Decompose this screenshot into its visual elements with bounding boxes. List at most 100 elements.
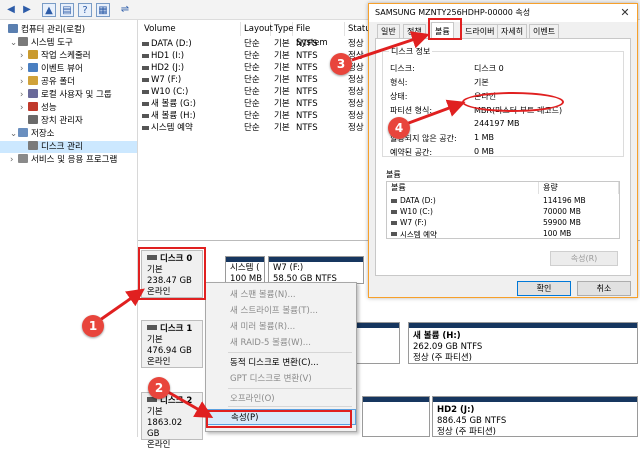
partition-system-reserved[interactable]: 시스템 ( 100 MB [225,256,265,284]
info-value: 기본 [474,78,489,87]
volume-row[interactable]: 시스템 예약 단순 기본 NTFS 정상 [141,122,371,134]
tree-item[interactable]: › 이벤트 뷰어 [20,63,83,75]
tab-policy[interactable]: 정책 [403,24,426,38]
folder-up-icon[interactable]: ▲ [42,3,56,17]
volume-icon [142,114,149,118]
expand-icon[interactable]: › [20,76,28,88]
expand-icon[interactable]: › [20,50,28,62]
volume-row[interactable]: 새 볼륨 (H:) 단순 기본 NTFS 정상 [141,110,371,122]
step-badge-2: 2 [148,377,170,399]
tree-item[interactable]: 장치 관리자 [20,115,83,127]
tab-driver[interactable]: 드라이버 [461,24,499,38]
tab-details[interactable]: 자세히 [497,24,528,38]
help-icon[interactable]: ? [78,3,92,17]
tree-item[interactable]: › 성능 [20,102,57,114]
volume-row[interactable]: W7 (F:) 단순 기본 NTFS 정상 [141,74,371,86]
column-layout[interactable]: Layout [241,22,273,36]
tree-item[interactable]: › 작업 스케줄러 [20,50,91,62]
volume-icon [142,54,149,58]
volume-cell: 정상 [348,75,364,85]
tree-item-label: 이벤트 뷰어 [41,64,83,74]
disk-1-label[interactable]: 디스크 1 기본 476.94 GB 온라인 [141,320,203,368]
tree-item[interactable]: › 공유 폴더 [20,76,75,88]
tree-node-icon [18,37,28,46]
volume-icon [142,42,149,46]
tab-general[interactable]: 일반 [377,24,400,38]
partition-hd2[interactable]: HD2 (J:) 886.45 GB NTFS 정상 (주 파티션) [432,396,638,437]
volume-row[interactable]: DATA (D:) 단순 기본 NTFS 정상 [141,38,371,50]
tree-node-icon [18,128,28,137]
expand-icon[interactable]: ⌄ [10,37,18,49]
context-menu-item[interactable]: 동적 디스크로 변환(C)... [206,355,356,371]
context-menu-item[interactable]: 새 스트라이프 볼륨(T)... [206,303,356,319]
tree-item[interactable]: ⌄ 시스템 도구 [10,37,73,49]
close-icon[interactable]: ✕ [613,4,637,22]
partition-w7[interactable]: W7 (F:) 58.50 GB NTFS [268,256,364,284]
tree-item[interactable]: ⌄ 저장소 [10,128,54,140]
volume-cell: 기본 [274,111,290,121]
tree-item[interactable]: 디스크 관리 [0,141,137,153]
tree-item-label: 공유 폴더 [41,77,75,87]
step-badge-3: 3 [330,53,352,75]
volume-cell: 정상 [348,39,364,49]
volume-table-capacity: 114196 MB [543,196,586,205]
info-value: 0 MB [474,147,495,156]
expand-icon[interactable]: ⌄ [10,128,18,140]
context-menu-item[interactable]: GPT 디스크로 변환(V) [206,371,356,387]
volume-table-name[interactable]: 시스템 예약 [400,229,437,240]
partition-new-volume-h[interactable]: 새 볼륨 (H:) 262.09 GB NTFS 정상 (주 파티션) [408,322,638,364]
volume-cell: 정상 [348,111,364,121]
volume-cell: 단순 [244,39,260,49]
volume-cell: 기본 [274,87,290,97]
expand-icon[interactable]: › [20,102,28,114]
cancel-button[interactable]: 취소 [577,281,631,296]
volume-cell: 기본 [274,39,290,49]
info-value: 1 MB [474,133,495,142]
volume-row[interactable]: W10 (C:) 단순 기본 NTFS 정상 [141,86,371,98]
volume-cell: NTFS [296,51,318,61]
column-file-system[interactable]: File System [293,22,345,48]
volume-cell: NTFS [296,87,318,97]
tree-item-label: 서비스 및 응용 프로그램 [31,155,118,165]
disk-2-label[interactable]: 디스크 2 기본 1863.02 GB 온라인 [141,392,203,450]
column-type[interactable]: Type [271,22,294,36]
context-menu-item[interactable]: 새 스팬 볼륨(N)... [206,287,356,303]
context-menu-item[interactable]: 오프라인(O) [206,391,356,407]
partition-disk2-left[interactable] [362,396,430,437]
tab-events[interactable]: 이벤트 [529,24,560,38]
show-tree-icon[interactable]: ▤ [60,3,74,17]
context-menu-item[interactable]: 새 미러 볼륨(R)... [206,319,356,335]
volumes-label: 볼륨 [386,170,401,179]
step-badge-1: 1 [82,315,104,337]
tree-node-icon [28,115,38,124]
volume-table-capacity: 59900 MB [543,218,581,227]
ok-button[interactable]: 확인 [517,281,571,296]
volume-table-name[interactable]: DATA (D:) [400,196,436,205]
volume-row[interactable]: 새 볼륨 (G:) 단순 기본 NTFS 정상 [141,98,371,110]
tree-item[interactable]: › 서비스 및 응용 프로그램 [10,154,117,166]
volume-cell: 기본 [274,75,290,85]
volume-icon [142,78,149,82]
properties-icon[interactable]: ▦ [96,3,110,17]
tree-node-icon [18,154,28,163]
forward-arrow-icon[interactable]: ▶ [20,3,34,17]
expand-icon[interactable]: › [20,63,28,75]
volume-cell: 정상 [348,123,364,133]
tree-item[interactable]: › 로컬 사용자 및 그룹 [20,89,112,101]
vol-col-volume[interactable]: 볼륨 [387,182,539,194]
expand-icon[interactable]: › [10,154,18,166]
volume-cell: 시스템 예약 [151,123,193,133]
tree-item-label: 장치 관리자 [41,116,83,126]
back-arrow-icon[interactable]: ◀ [4,3,18,17]
volume-table-name[interactable]: W7 (F:) [400,218,427,227]
context-menu-item[interactable]: 새 RAID-5 볼륨(W)... [206,335,356,351]
volume-properties-button[interactable]: 속성(R) [550,251,618,266]
tree-item[interactable]: 컴퓨터 관리(로컬) [0,24,85,36]
vol-col-capacity[interactable]: 용량 [539,182,619,194]
column-volume[interactable]: Volume [141,22,241,36]
expand-icon[interactable]: › [20,89,28,101]
connect-icon[interactable]: ⇌ [118,3,132,17]
disk-icon [147,325,157,330]
volume-table-name[interactable]: W10 (C:) [400,207,433,216]
volume-cell: W10 (C:) [151,87,189,97]
